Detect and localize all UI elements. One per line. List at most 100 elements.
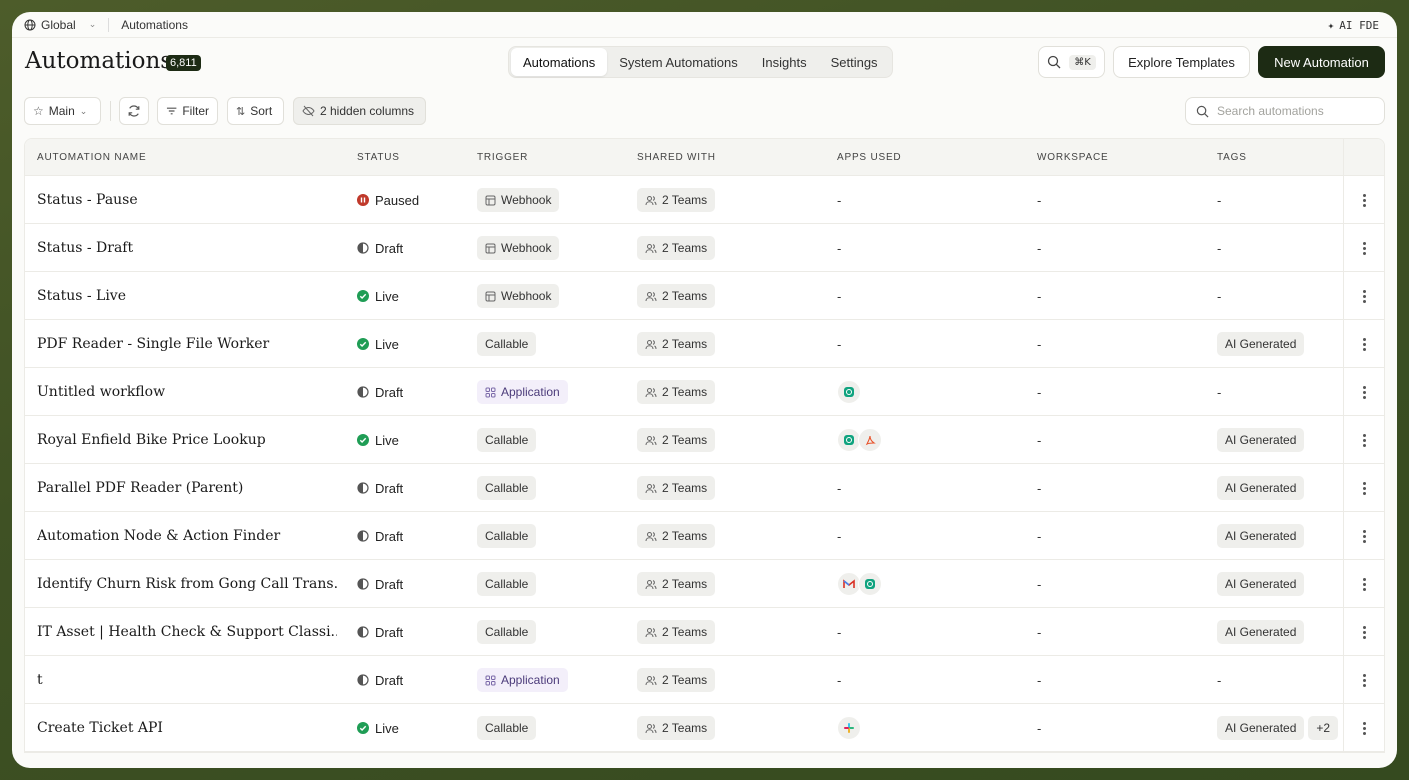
- shared-cell: 2 Teams: [637, 704, 716, 752]
- row-menu-button[interactable]: [1343, 176, 1384, 224]
- workspace-cell: -: [1037, 176, 1041, 224]
- trigger-cell: Callable: [477, 608, 537, 656]
- explore-templates-button[interactable]: Explore Templates: [1113, 46, 1250, 78]
- row-menu-button[interactable]: [1343, 272, 1384, 320]
- table-row[interactable]: Automation Node & Action Finder Draft Call…: [25, 512, 1384, 560]
- row-menu-button[interactable]: [1343, 368, 1384, 416]
- col-status[interactable]: STATUS: [357, 139, 400, 176]
- automation-name[interactable]: IT Asset | Health Check & Support Classi…: [37, 608, 337, 656]
- table-row[interactable]: Status - Draft Draft Webhook 2 Teams - - -: [25, 224, 1384, 272]
- col-shared-with[interactable]: SHARED WITH: [637, 139, 716, 176]
- automation-name[interactable]: Status - Pause: [37, 176, 337, 224]
- workspace-switcher[interactable]: Global ⌄: [24, 18, 96, 32]
- status-label: Draft: [375, 480, 404, 496]
- row-menu-button[interactable]: [1343, 464, 1384, 512]
- automation-name[interactable]: Automation Node & Action Finder: [37, 512, 337, 560]
- shared-with-badge[interactable]: 2 Teams: [637, 620, 716, 644]
- tag-badge[interactable]: AI Generated: [1217, 428, 1305, 452]
- shared-with-badge[interactable]: 2 Teams: [637, 428, 716, 452]
- tab-settings[interactable]: Settings: [819, 48, 890, 76]
- trigger-label: Callable: [485, 625, 529, 639]
- shared-with-badge[interactable]: 2 Teams: [637, 380, 716, 404]
- automation-name[interactable]: PDF Reader - Single File Worker: [37, 320, 337, 368]
- table-row[interactable]: Parallel PDF Reader (Parent) Draft Callabl…: [25, 464, 1384, 512]
- refresh-button[interactable]: [119, 97, 149, 125]
- shared-with-badge[interactable]: 2 Teams: [637, 284, 716, 308]
- tag-badge[interactable]: AI Generated: [1217, 716, 1305, 740]
- col-tags[interactable]: TAGS: [1217, 139, 1247, 176]
- tags-cell: -: [1217, 176, 1221, 224]
- col-trigger[interactable]: TRIGGER: [477, 139, 528, 176]
- col-apps-used[interactable]: APPS USED: [837, 139, 901, 176]
- trigger-label: Callable: [485, 529, 529, 543]
- more-vertical-icon: [1363, 433, 1366, 447]
- shared-with-badge[interactable]: 2 Teams: [637, 524, 716, 548]
- more-vertical-icon: [1363, 721, 1366, 735]
- shared-with-badge[interactable]: 2 Teams: [637, 716, 716, 740]
- users-icon: [645, 483, 657, 493]
- tags-value: -: [1217, 384, 1222, 400]
- users-icon: [645, 291, 657, 301]
- tag-badge[interactable]: AI Generated: [1217, 476, 1305, 500]
- table-row[interactable]: Identify Churn Risk from Gong Call Trans…: [25, 560, 1384, 608]
- row-menu-button[interactable]: [1343, 608, 1384, 656]
- table-row[interactable]: Royal Enfield Bike Price Lookup Live Calla…: [25, 416, 1384, 464]
- shared-with-badge[interactable]: 2 Teams: [637, 572, 716, 596]
- shared-with-badge[interactable]: 2 Teams: [637, 668, 716, 692]
- automation-name[interactable]: Royal Enfield Bike Price Lookup: [37, 416, 337, 464]
- row-menu-button[interactable]: [1343, 656, 1384, 704]
- workspace-label: Global: [41, 17, 76, 32]
- global-search-button[interactable]: ⌘K: [1038, 46, 1105, 78]
- filter-button[interactable]: Filter: [157, 97, 218, 125]
- shared-with-badge[interactable]: 2 Teams: [637, 236, 716, 260]
- automation-name[interactable]: Status - Draft: [37, 224, 337, 272]
- row-menu-button[interactable]: [1343, 704, 1384, 752]
- col-automation-name[interactable]: AUTOMATION NAME: [37, 139, 146, 176]
- tag-badge[interactable]: AI Generated: [1217, 620, 1305, 644]
- tab-automations[interactable]: Automations: [511, 48, 608, 76]
- more-tags-badge[interactable]: +2: [1308, 716, 1339, 740]
- col-workspace[interactable]: WORKSPACE: [1037, 139, 1108, 176]
- shared-label: 2 Teams: [662, 433, 708, 447]
- table-row[interactable]: IT Asset | Health Check & Support Classi…: [25, 608, 1384, 656]
- shared-with-badge[interactable]: 2 Teams: [637, 188, 716, 212]
- tag-badge[interactable]: AI Generated: [1217, 572, 1305, 596]
- trigger-badge: Callable: [477, 428, 537, 452]
- automation-name[interactable]: t: [37, 656, 337, 704]
- tab-system-automations[interactable]: System Automations: [607, 48, 750, 76]
- tags-cell: AI Generated +2: [1217, 704, 1339, 752]
- automation-name[interactable]: Untitled workflow: [37, 368, 337, 416]
- automation-name[interactable]: Identify Churn Risk from Gong Call Trans…: [37, 560, 337, 608]
- row-menu-button[interactable]: [1343, 320, 1384, 368]
- ai-fde-button[interactable]: ✦ AI FDE: [1328, 12, 1379, 38]
- users-icon: [645, 531, 657, 541]
- divider: [108, 17, 110, 32]
- table-row[interactable]: Status - Live Live Webhook 2 Teams - - -: [25, 272, 1384, 320]
- row-menu-button[interactable]: [1343, 224, 1384, 272]
- view-selector[interactable]: ☆ Main ⌄: [24, 97, 101, 125]
- table-row[interactable]: Untitled workflow Draft Application 2 Teams…: [25, 368, 1384, 416]
- sort-button[interactable]: ⇅ Sort: [227, 97, 284, 125]
- tag-badge[interactable]: AI Generated: [1217, 332, 1305, 356]
- trigger-cell: Application: [477, 368, 568, 416]
- shared-with-badge[interactable]: 2 Teams: [637, 332, 716, 356]
- tag-badge[interactable]: AI Generated: [1217, 524, 1305, 548]
- hidden-columns-button[interactable]: 2 hidden columns: [293, 97, 426, 125]
- workspace-value: -: [1037, 432, 1042, 448]
- shared-with-badge[interactable]: 2 Teams: [637, 476, 716, 500]
- table-row[interactable]: Create Ticket API Live Callable 2 Teams - AI …: [25, 704, 1384, 752]
- row-menu-button[interactable]: [1343, 560, 1384, 608]
- row-menu-button[interactable]: [1343, 416, 1384, 464]
- table-row[interactable]: PDF Reader - Single File Worker Live Calla…: [25, 320, 1384, 368]
- tab-insights[interactable]: Insights: [750, 48, 819, 76]
- more-vertical-icon: [1363, 241, 1366, 255]
- automation-name[interactable]: Status - Live: [37, 272, 337, 320]
- new-automation-button[interactable]: New Automation: [1258, 46, 1385, 78]
- table-row[interactable]: Status - Pause Paused Webhook 2 Teams - - -: [25, 176, 1384, 224]
- search-automations-input[interactable]: [1217, 104, 1377, 118]
- breadcrumb[interactable]: Automations: [121, 18, 188, 32]
- table-row[interactable]: t Draft Application 2 Teams - - -: [25, 656, 1384, 704]
- automation-name[interactable]: Create Ticket API: [37, 704, 337, 752]
- row-menu-button[interactable]: [1343, 512, 1384, 560]
- automation-name[interactable]: Parallel PDF Reader (Parent): [37, 464, 337, 512]
